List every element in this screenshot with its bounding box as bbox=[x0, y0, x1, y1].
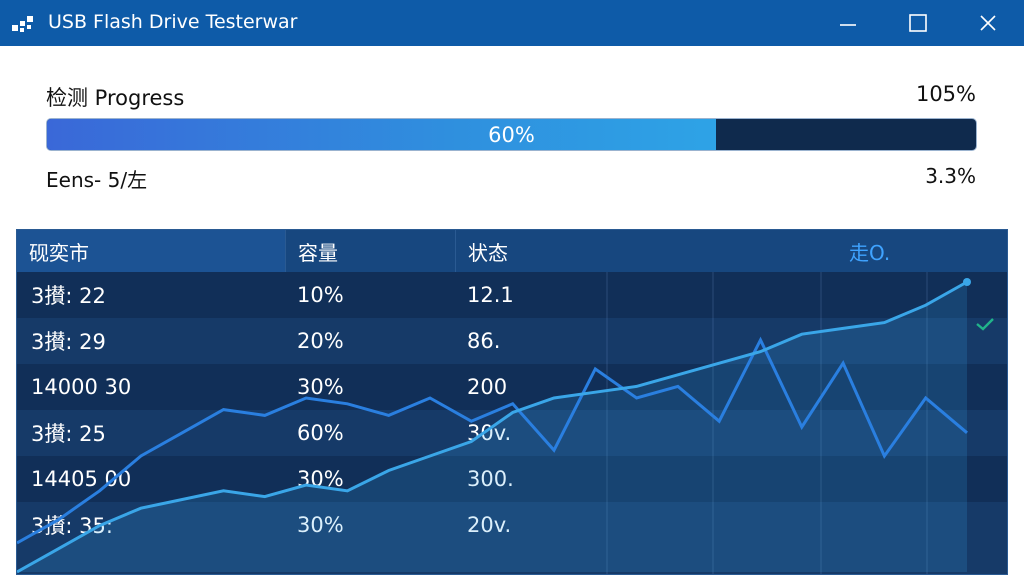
table-row[interactable]: 14000 30 30% 200 bbox=[17, 364, 1007, 410]
close-button[interactable] bbox=[958, 0, 1018, 46]
progress-percent: 105% bbox=[915, 82, 976, 106]
speed-label: Eens- 5/左 bbox=[46, 168, 148, 192]
progress-bar-text: 60% bbox=[488, 122, 535, 147]
cell-status: 20v. bbox=[467, 513, 512, 537]
cell-status: 86. bbox=[467, 329, 501, 353]
cell-capacity: 20% bbox=[297, 329, 344, 353]
cell-status: 300. bbox=[467, 467, 514, 491]
window-title: USB Flash Drive Testerwar bbox=[48, 11, 298, 33]
maximize-button[interactable] bbox=[888, 0, 948, 46]
table-row[interactable]: 3攅: 35: 30% 20v. bbox=[17, 502, 1007, 574]
cell-status: 30v. bbox=[467, 421, 512, 445]
cell-name: 14000 30 bbox=[31, 375, 132, 399]
column-header-name[interactable]: 砚奕市 bbox=[17, 230, 285, 272]
cell-capacity: 30% bbox=[297, 513, 344, 537]
maximize-icon bbox=[908, 13, 928, 33]
table-row[interactable]: 14405 00 30% 300. bbox=[17, 456, 1007, 502]
close-icon bbox=[978, 13, 998, 33]
cell-capacity: 30% bbox=[297, 467, 344, 491]
progress-bar: 60% bbox=[46, 118, 977, 151]
column-header-status[interactable]: 状态 bbox=[455, 230, 615, 272]
app-window: USB Flash Drive Testerwar 检测 Progress 10… bbox=[0, 0, 1024, 576]
cell-name: 3攅: 22 bbox=[31, 284, 106, 308]
cell-name: 14405 00 bbox=[31, 467, 132, 491]
table-row[interactable]: 3攅: 25 60% 30v. bbox=[17, 410, 1007, 456]
column-header-capacity[interactable]: 容量 bbox=[285, 230, 455, 272]
minimize-button[interactable] bbox=[818, 0, 878, 46]
cell-capacity: 30% bbox=[297, 375, 344, 399]
cell-status: 12.1 bbox=[467, 283, 514, 307]
usb-app-icon bbox=[12, 13, 34, 35]
check-icon bbox=[975, 316, 995, 336]
minimize-icon bbox=[838, 13, 858, 33]
column-header-extra[interactable]: 走O. bbox=[849, 230, 890, 272]
table-row[interactable]: 3攅: 22 10% 12.1 bbox=[17, 272, 1007, 318]
cell-status: 200 bbox=[467, 375, 508, 399]
table-row[interactable]: 3攅: 29 20% 86. bbox=[17, 318, 1007, 364]
cell-name: 3攅: 35: bbox=[31, 514, 113, 538]
table-body: 3攅: 22 10% 12.1 3攅: 29 20% 86. 14000 30 … bbox=[17, 272, 1007, 574]
cell-name: 3攅: 25 bbox=[31, 422, 106, 446]
cell-capacity: 60% bbox=[297, 421, 344, 445]
progress-label: 检测 Progress bbox=[46, 86, 185, 110]
results-panel: 砚奕市 容量 状态 走O. 3攅: 22 10% 12.1 3攅: 29 20%… bbox=[16, 229, 1008, 575]
speed-value: 3.3% bbox=[925, 164, 976, 188]
table-header: 砚奕市 容量 状态 走O. bbox=[17, 230, 1007, 273]
title-bar[interactable]: USB Flash Drive Testerwar bbox=[0, 0, 1024, 46]
cell-capacity: 10% bbox=[297, 283, 344, 307]
cell-name: 3攅: 29 bbox=[31, 330, 106, 354]
